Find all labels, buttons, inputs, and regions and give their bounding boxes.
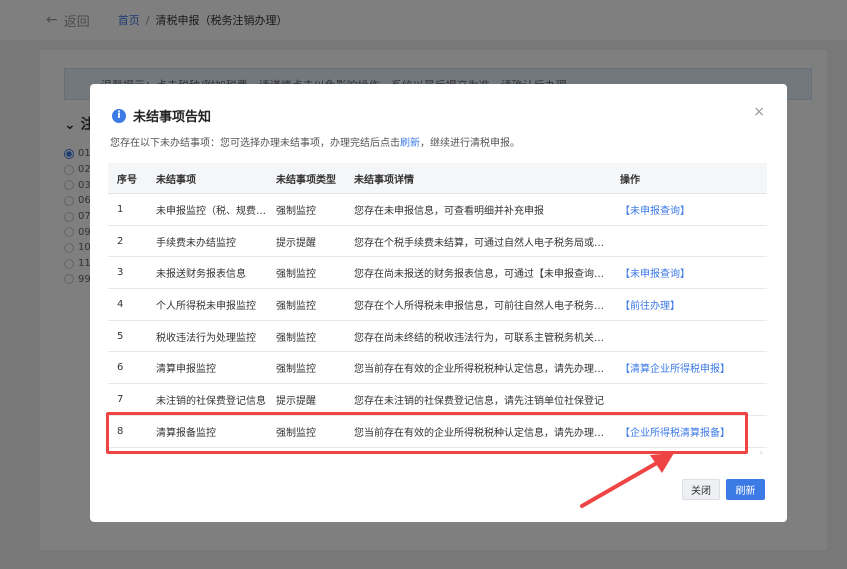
- table-row: 5 税收违法行为处理监控 强制监控 您存在尚未终结的税收违法行为，可联系主管税务机关核…: [108, 321, 767, 353]
- refresh-link[interactable]: 刷新: [400, 138, 420, 149]
- close-button[interactable]: 关闭: [682, 479, 720, 500]
- row-item: 手续费未办结监控: [156, 237, 236, 249]
- row-item: 未申报监控（税、规费…: [156, 205, 266, 217]
- row-item: 个人所得税未申报监控: [156, 300, 256, 312]
- annotation-arrow-icon: [580, 453, 674, 508]
- row-item: 未注销的社保费登记信息: [156, 395, 266, 407]
- row-type: 强制监控: [276, 205, 316, 217]
- row-detail: 您存在个税手续费未结算，可通过自然人电子税务局或联系…: [354, 237, 612, 249]
- table-row: 3 未报送财务报表信息 强制监控 您存在尚未报送的财务报表信息，可通过【未申报查询】功…: [108, 257, 767, 290]
- row-type: 强制监控: [276, 332, 316, 344]
- row-item: 未报送财务报表信息: [156, 269, 246, 281]
- close-icon[interactable]: ×: [753, 104, 765, 120]
- header-item: 未结事项: [156, 174, 196, 186]
- row-action: 【未申报查询】: [612, 202, 767, 217]
- row-no: 1: [117, 203, 124, 215]
- row-detail: 您存在未申报信息，可查看明细并补充申报: [354, 205, 544, 217]
- header-no: 序号: [117, 174, 137, 186]
- row-action: 【前往办理】: [612, 297, 767, 312]
- row-detail: 您存在尚未终结的税收违法行为，可联系主管税务机关核实…: [354, 332, 612, 344]
- row-action: 【未申报查询】: [612, 265, 767, 280]
- row-no: 3: [117, 267, 124, 279]
- desc-prefix: 您存在以下未办结事项：您可选择办理未结事项，办理完结后点击: [110, 138, 400, 149]
- row-action-link[interactable]: 【未申报查询】: [620, 269, 690, 280]
- table-row: 4 个人所得税未申报监控 强制监控 您存在个人所得税未申报信息，可前往自然人电子税务局…: [108, 289, 767, 321]
- info-icon: i: [112, 108, 126, 123]
- row-action-link[interactable]: 【前往办理】: [620, 301, 680, 312]
- row-action: 【清算企业所得税申报】: [612, 360, 767, 375]
- row-type: 强制监控: [276, 269, 316, 281]
- header-detail: 未结事项详情: [354, 174, 414, 186]
- row-no: 7: [117, 393, 124, 405]
- scroll-right-icon[interactable]: ›: [760, 448, 763, 457]
- dialog-description: 您存在以下未办结事项：您可选择办理未结事项，办理完结后点击刷新，继续进行清税申报…: [110, 134, 520, 149]
- header-type: 未结事项类型: [276, 174, 336, 186]
- row-detail: 您存在个人所得税未申报信息，可前往自然人电子税务局办…: [354, 300, 612, 312]
- row-action-link[interactable]: 【未申报查询】: [620, 206, 690, 217]
- row-no: 5: [117, 330, 124, 342]
- table-header: 序号 未结事项 未结事项类型 未结事项详情 操作: [108, 163, 767, 194]
- row-action-link[interactable]: 【清算企业所得税申报】: [620, 364, 730, 375]
- row-item: 税收违法行为处理监控: [156, 332, 256, 344]
- row-type: 强制监控: [276, 300, 316, 312]
- dialog-title-text: 未结事项告知: [133, 110, 212, 125]
- row-no: 2: [117, 235, 124, 247]
- table-row: 2 手续费未办结监控 提示提醒 您存在个税手续费未结算，可通过自然人电子税务局或联系…: [108, 226, 767, 258]
- row-detail: 您存在未注销的社保费登记信息，请先注销单位社保登记: [354, 395, 604, 407]
- desc-suffix: ，继续进行清税申报。: [420, 138, 520, 149]
- row-type: 提示提醒: [276, 237, 316, 249]
- refresh-button[interactable]: 刷新: [726, 479, 765, 500]
- header-op: 操作: [620, 174, 640, 186]
- row-no: 6: [117, 362, 124, 374]
- row-item: 清算申报监控: [156, 364, 216, 376]
- row-detail: 您存在尚未报送的财务报表信息，可通过【未申报查询】功…: [354, 269, 612, 281]
- row-type: 提示提醒: [276, 395, 316, 407]
- table-row: 6 清算申报监控 强制监控 您当前存在有效的企业所得税税种认定信息，请先办理企业… 【清…: [108, 352, 767, 385]
- dialog-title: i 未结事项告知: [112, 106, 211, 125]
- row-type: 强制监控: [276, 364, 316, 376]
- unfinished-items-dialog: i 未结事项告知 × 您存在以下未办结事项：您可选择办理未结事项，办理完结后点击…: [90, 84, 787, 522]
- row-detail: 您当前存在有效的企业所得税税种认定信息，请先办理企业…: [354, 364, 612, 376]
- table-row: 1 未申报监控（税、规费… 强制监控 您存在未申报信息，可查看明细并补充申报 【未申报查…: [108, 194, 767, 226]
- row-no: 4: [117, 298, 124, 310]
